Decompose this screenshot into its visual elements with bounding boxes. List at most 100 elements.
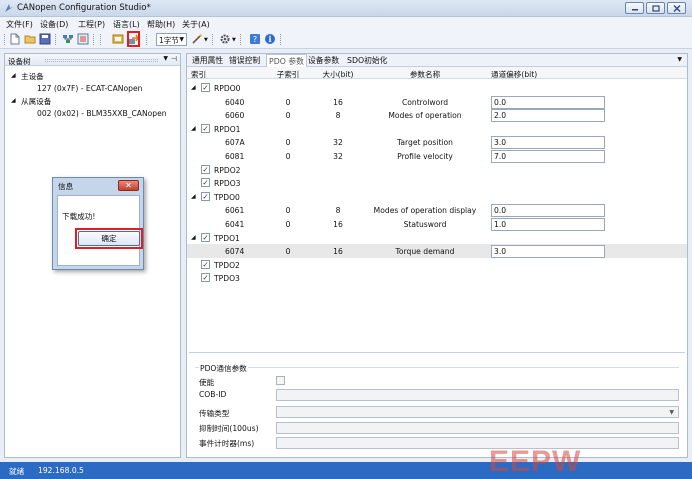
maximize-button[interactable] <box>646 2 665 14</box>
expand-arrow-icon[interactable]: ◢ <box>191 84 196 91</box>
save-icon[interactable] <box>39 33 51 45</box>
chevron-down-icon[interactable]: ▼ <box>232 37 236 43</box>
offset-field[interactable]: 2.0 <box>491 109 605 123</box>
pdo-enable-checkbox[interactable]: ✓ <box>201 164 210 174</box>
dialog-close-button[interactable]: ✕ <box>118 180 139 191</box>
menu-file[interactable]: 文件(F) <box>6 19 33 30</box>
pdo-group-row[interactable]: ✓ TPDO2 <box>187 258 687 272</box>
offset-field[interactable]: 0.0 <box>491 95 605 109</box>
tab-device-params[interactable]: 设备参数 <box>306 54 341 67</box>
event-timer-label: 事件计时器(ms) <box>199 439 255 448</box>
byte-mode-select[interactable]: 1字节 ▼ <box>156 33 187 46</box>
offset-field[interactable]: 3.0 <box>491 136 605 150</box>
tab-pdo-params[interactable]: PDO 参数 <box>266 54 307 67</box>
cell-index: 6061 <box>225 206 245 216</box>
offset-field[interactable]: 0.0 <box>491 204 605 218</box>
expand-arrow-icon[interactable]: ◢ <box>11 72 16 79</box>
info-icon[interactable]: i <box>264 33 276 45</box>
pdo-entry-row[interactable]: 6061 0 8 Modes of operation display 0.0 <box>187 203 687 218</box>
pdo-group-row[interactable]: ✓ RPDO3 <box>187 176 687 190</box>
pdo-enable-checkbox[interactable]: ✓ <box>201 273 210 283</box>
cell-index: 6041 <box>225 220 245 229</box>
col-offset[interactable]: 通道偏移(bit) <box>491 69 571 80</box>
menu-project[interactable]: 工程(P) <box>78 19 105 30</box>
pdo-group-label: RPDO0 <box>214 84 241 93</box>
enable-checkbox[interactable] <box>276 376 285 385</box>
offset-field[interactable]: 7.0 <box>491 150 605 163</box>
menu-language[interactable]: 语言(L) <box>113 19 140 30</box>
inhibit-field[interactable] <box>276 422 679 434</box>
expand-arrow-icon[interactable]: ◢ <box>191 234 196 241</box>
pdo-enable-checkbox[interactable]: ✓ <box>201 232 210 242</box>
cobid-field[interactable] <box>276 389 679 401</box>
pdo-entry-row[interactable]: 6081 0 32 Profile velocity 7.0 <box>187 149 687 163</box>
ok-button[interactable]: 确定 <box>78 231 140 246</box>
new-file-icon[interactable] <box>9 33 21 45</box>
chevron-down-icon[interactable]: ▼ <box>163 55 168 62</box>
pin-icon[interactable]: ⊣ <box>171 55 177 63</box>
tab-sdo-init[interactable]: SDO初始化 <box>345 54 389 67</box>
pdo-entry-row[interactable]: 6041 0 16 Statusword 1.0 <box>187 217 687 231</box>
pdo-group-row[interactable]: ◢ ✓ RPDO1 <box>187 122 687 136</box>
pdo-enable-checkbox[interactable]: ✓ <box>201 191 210 201</box>
cell-index: 607A <box>225 138 245 148</box>
pdo-group-row[interactable]: ✓ TPDO3 <box>187 271 687 285</box>
grid-header: 索引 子索引 大小(bit) 参数名称 通道偏移(bit) <box>187 67 687 79</box>
pdo-group-label: TPDO0 <box>214 192 240 202</box>
pdo-group-row[interactable]: ✓ RPDO2 <box>187 163 687 177</box>
pdo-entry-row[interactable]: 6040 0 16 Controlword 0.0 <box>187 95 687 109</box>
menu-help[interactable]: 帮助(H) <box>147 19 175 30</box>
pdo-enable-checkbox[interactable]: ✓ <box>201 259 210 269</box>
menu-about[interactable]: 关于(A) <box>182 19 210 30</box>
device-tree-header: 设备树 ▼ ⊣ <box>5 54 180 66</box>
offset-field[interactable]: 3.0 <box>491 245 605 259</box>
pdo-group-label: RPDO1 <box>214 124 241 134</box>
tab-error-control[interactable]: 错误控制 <box>227 54 262 67</box>
device-list-icon[interactable] <box>77 33 89 45</box>
tree-master-device[interactable]: 127 (0x7F) - ECAT-CANopen <box>37 84 142 93</box>
pdo-enable-checkbox[interactable]: ✓ <box>201 178 210 188</box>
pdo-group-row[interactable]: ◢ ✓ RPDO0 <box>187 81 687 95</box>
pdo-enable-checkbox[interactable]: ✓ <box>201 83 210 92</box>
expand-arrow-icon[interactable]: ◢ <box>191 125 196 132</box>
toolbar: 1字节 ▼ ▼ ▼ ? i <box>0 30 692 49</box>
network-icon[interactable] <box>62 33 74 45</box>
upload-icon[interactable] <box>112 33 124 45</box>
pdo-entry-row[interactable]: 6060 0 8 Modes of operation 2.0 <box>187 108 687 123</box>
pdo-group-row[interactable]: ◢ ✓ TPDO1 <box>187 231 687 245</box>
svg-text:?: ? <box>253 35 257 44</box>
pdo-group-row[interactable]: ◢ ✓ TPDO0 <box>187 190 687 204</box>
transmission-select[interactable]: ▼ <box>276 406 679 418</box>
pdo-enable-checkbox[interactable]: ✓ <box>201 123 210 133</box>
inhibit-label: 抑制时间(100us) <box>199 424 259 433</box>
cell-param-name: Modes of operation display <box>373 206 477 216</box>
pdo-entry-row[interactable]: 607A 0 32 Target position 3.0 <box>187 135 687 150</box>
cobid-label: COB-ID <box>199 390 227 399</box>
tab-general[interactable]: 通用属性 <box>190 54 225 67</box>
gear-icon[interactable] <box>219 33 231 45</box>
col-subindex[interactable]: 子索引 <box>271 69 305 80</box>
menu-device[interactable]: 设备(D) <box>40 19 68 30</box>
open-folder-icon[interactable] <box>24 33 36 45</box>
close-window-button[interactable] <box>667 2 686 14</box>
wand-icon[interactable] <box>191 33 203 45</box>
chevron-down-icon[interactable]: ▼ <box>677 56 682 63</box>
help-icon[interactable]: ? <box>249 33 261 45</box>
maximize-icon <box>651 4 660 12</box>
enable-label: 使能 <box>199 378 215 387</box>
tree-master-label[interactable]: 主设备 <box>21 71 44 82</box>
tree-slave-label[interactable]: 从属设备 <box>21 96 51 107</box>
minimize-icon <box>631 9 638 11</box>
tree-slave-device[interactable]: 002 (0x02) - BLM35XXB_CANopen <box>37 109 167 118</box>
expand-arrow-icon[interactable]: ◢ <box>191 193 196 200</box>
offset-field[interactable]: 1.0 <box>491 218 605 231</box>
transmission-label: 传输类型 <box>199 409 230 418</box>
pdo-entry-row[interactable]: 6074 0 16 Torque demand 3.0 <box>187 244 687 259</box>
chevron-down-icon[interactable]: ▼ <box>204 37 208 43</box>
expand-arrow-icon[interactable]: ◢ <box>11 97 16 104</box>
chevron-down-icon: ▼ <box>669 409 674 416</box>
col-index[interactable]: 索引 <box>191 69 206 80</box>
minimize-button[interactable] <box>625 2 644 14</box>
col-param-name[interactable]: 参数名称 <box>375 69 475 80</box>
col-size[interactable]: 大小(bit) <box>315 69 361 80</box>
